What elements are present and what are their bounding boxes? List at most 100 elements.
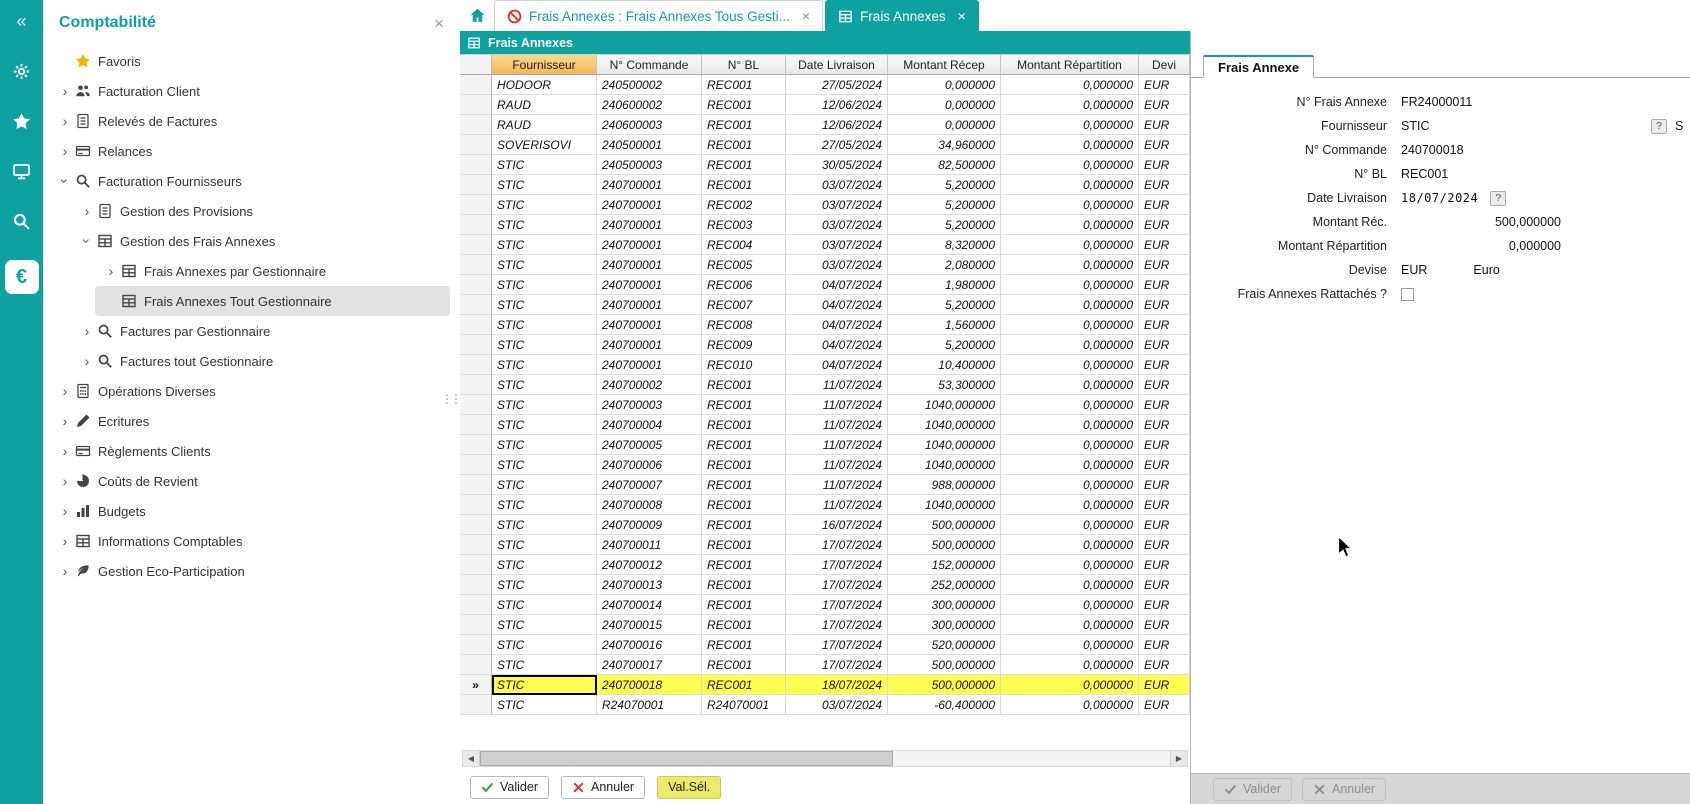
- tab-inactive[interactable]: Frais Annexes : Frais Annexes Tous Gesti…: [494, 0, 823, 31]
- annuler-button[interactable]: Annuler: [561, 776, 645, 799]
- cell[interactable]: REC001: [702, 455, 786, 475]
- table-row[interactable]: STIC240700008REC00111/07/20241040,000000…: [460, 495, 1190, 515]
- cell[interactable]: 30/05/2024: [786, 155, 888, 175]
- cell[interactable]: REC001: [702, 95, 786, 115]
- cell[interactable]: 240700012: [597, 555, 702, 575]
- cell[interactable]: STIC: [492, 635, 597, 655]
- horizontal-scrollbar[interactable]: ◀ ▶: [462, 750, 1188, 767]
- cell[interactable]: EUR: [1139, 615, 1190, 635]
- cell[interactable]: EUR: [1139, 235, 1190, 255]
- cell[interactable]: 0,000000: [1001, 135, 1139, 155]
- cell[interactable]: 240700013: [597, 575, 702, 595]
- cell[interactable]: 04/07/2024: [786, 355, 888, 375]
- row-selector[interactable]: [460, 635, 492, 655]
- cell[interactable]: 04/07/2024: [786, 295, 888, 315]
- row-selector[interactable]: [460, 455, 492, 475]
- cell[interactable]: REC007: [702, 295, 786, 315]
- row-selector[interactable]: [460, 95, 492, 115]
- tab-close-icon[interactable]: ×: [802, 8, 810, 24]
- cell[interactable]: 11/07/2024: [786, 475, 888, 495]
- cell[interactable]: REC001: [702, 615, 786, 635]
- cell[interactable]: 03/07/2024: [786, 255, 888, 275]
- detail-tab[interactable]: Frais Annexe: [1203, 55, 1314, 78]
- cell[interactable]: 11/07/2024: [786, 375, 888, 395]
- table-row[interactable]: STIC240700009REC00116/07/2024500,0000000…: [460, 515, 1190, 535]
- cell[interactable]: 0,000000: [888, 95, 1001, 115]
- row-selector[interactable]: [460, 415, 492, 435]
- row-selector[interactable]: [460, 355, 492, 375]
- cell[interactable]: 240500001: [597, 135, 702, 155]
- cell[interactable]: 240500003: [597, 155, 702, 175]
- cell[interactable]: STIC: [492, 495, 597, 515]
- cell[interactable]: REC001: [702, 655, 786, 675]
- sidebar-item[interactable]: ›Frais Annexes par Gestionnaire: [95, 256, 450, 286]
- table-row[interactable]: STIC240700001REC00904/07/20245,2000000,0…: [460, 335, 1190, 355]
- field-value[interactable]: 500,000000: [1401, 215, 1561, 229]
- cell[interactable]: 240700001: [597, 235, 702, 255]
- cell[interactable]: 0,000000: [1001, 655, 1139, 675]
- cell[interactable]: 300,000000: [888, 615, 1001, 635]
- search-button[interactable]: [11, 210, 33, 232]
- row-selector[interactable]: [460, 695, 492, 715]
- cell[interactable]: 17/07/2024: [786, 555, 888, 575]
- cell[interactable]: 500,000000: [888, 675, 1001, 695]
- field-value[interactable]: REC001: [1401, 167, 1448, 181]
- cell[interactable]: 11/07/2024: [786, 395, 888, 415]
- cell[interactable]: EUR: [1139, 695, 1190, 715]
- sidebar-close-icon[interactable]: ×: [434, 15, 444, 32]
- cell[interactable]: 11/07/2024: [786, 455, 888, 475]
- cell[interactable]: 500,000000: [888, 515, 1001, 535]
- cell[interactable]: RAUD: [492, 115, 597, 135]
- cell[interactable]: 240700001: [597, 255, 702, 275]
- cell[interactable]: EUR: [1139, 495, 1190, 515]
- table-row[interactable]: STIC240700014REC00117/07/2024300,0000000…: [460, 595, 1190, 615]
- cell[interactable]: STIC: [492, 255, 597, 275]
- cell[interactable]: EUR: [1139, 395, 1190, 415]
- cell[interactable]: REC001: [702, 135, 786, 155]
- cell[interactable]: 0,000000: [1001, 95, 1139, 115]
- scroll-right-button[interactable]: ▶: [1170, 751, 1187, 766]
- cell[interactable]: REC008: [702, 315, 786, 335]
- cell[interactable]: REC002: [702, 195, 786, 215]
- cell[interactable]: 17/07/2024: [786, 535, 888, 555]
- table-row[interactable]: HODOOR240500002REC00127/05/20240,0000000…: [460, 75, 1190, 95]
- cell[interactable]: 240700014: [597, 595, 702, 615]
- field-value[interactable]: 0,000000: [1401, 239, 1561, 253]
- accounting-module-button[interactable]: €: [5, 260, 39, 294]
- cell[interactable]: EUR: [1139, 575, 1190, 595]
- cell[interactable]: 03/07/2024: [786, 215, 888, 235]
- cell[interactable]: REC001: [702, 495, 786, 515]
- cell[interactable]: 0,000000: [888, 75, 1001, 95]
- row-selector[interactable]: [460, 75, 492, 95]
- cell[interactable]: 0,000000: [1001, 235, 1139, 255]
- cell[interactable]: EUR: [1139, 75, 1190, 95]
- table-row[interactable]: STIC240700001REC00604/07/20241,9800000,0…: [460, 275, 1190, 295]
- cell[interactable]: 1,980000: [888, 275, 1001, 295]
- cell[interactable]: R24070001: [702, 695, 786, 715]
- cell[interactable]: 240600002: [597, 95, 702, 115]
- row-selector[interactable]: [460, 535, 492, 555]
- cell[interactable]: 0,000000: [1001, 595, 1139, 615]
- cell[interactable]: REC009: [702, 335, 786, 355]
- cell[interactable]: 0,000000: [1001, 335, 1139, 355]
- sidebar-item[interactable]: ›Factures tout Gestionnaire: [71, 346, 450, 376]
- cell[interactable]: 240700001: [597, 215, 702, 235]
- table-row[interactable]: RAUD240600003REC00112/06/20240,0000000,0…: [460, 115, 1190, 135]
- cell[interactable]: EUR: [1139, 375, 1190, 395]
- cell[interactable]: 152,000000: [888, 555, 1001, 575]
- cell[interactable]: STIC: [492, 475, 597, 495]
- table-row[interactable]: STIC240700001REC00203/07/20245,2000000,0…: [460, 195, 1190, 215]
- cell[interactable]: EUR: [1139, 335, 1190, 355]
- cell[interactable]: 0,000000: [1001, 375, 1139, 395]
- cell[interactable]: 0,000000: [1001, 615, 1139, 635]
- sidebar-item[interactable]: ›Facturation Fournisseurs: [49, 166, 450, 196]
- cell[interactable]: 0,000000: [1001, 215, 1139, 235]
- settings-button[interactable]: [11, 60, 33, 82]
- table-row[interactable]: STIC240700006REC00111/07/20241040,000000…: [460, 455, 1190, 475]
- scroll-left-button[interactable]: ◀: [463, 751, 480, 766]
- cell[interactable]: 240700002: [597, 375, 702, 395]
- table-row[interactable]: STIC240700005REC00111/07/20241040,000000…: [460, 435, 1190, 455]
- sidebar-item[interactable]: ›Budgets: [49, 496, 450, 526]
- cell[interactable]: 17/07/2024: [786, 595, 888, 615]
- cell[interactable]: REC001: [702, 375, 786, 395]
